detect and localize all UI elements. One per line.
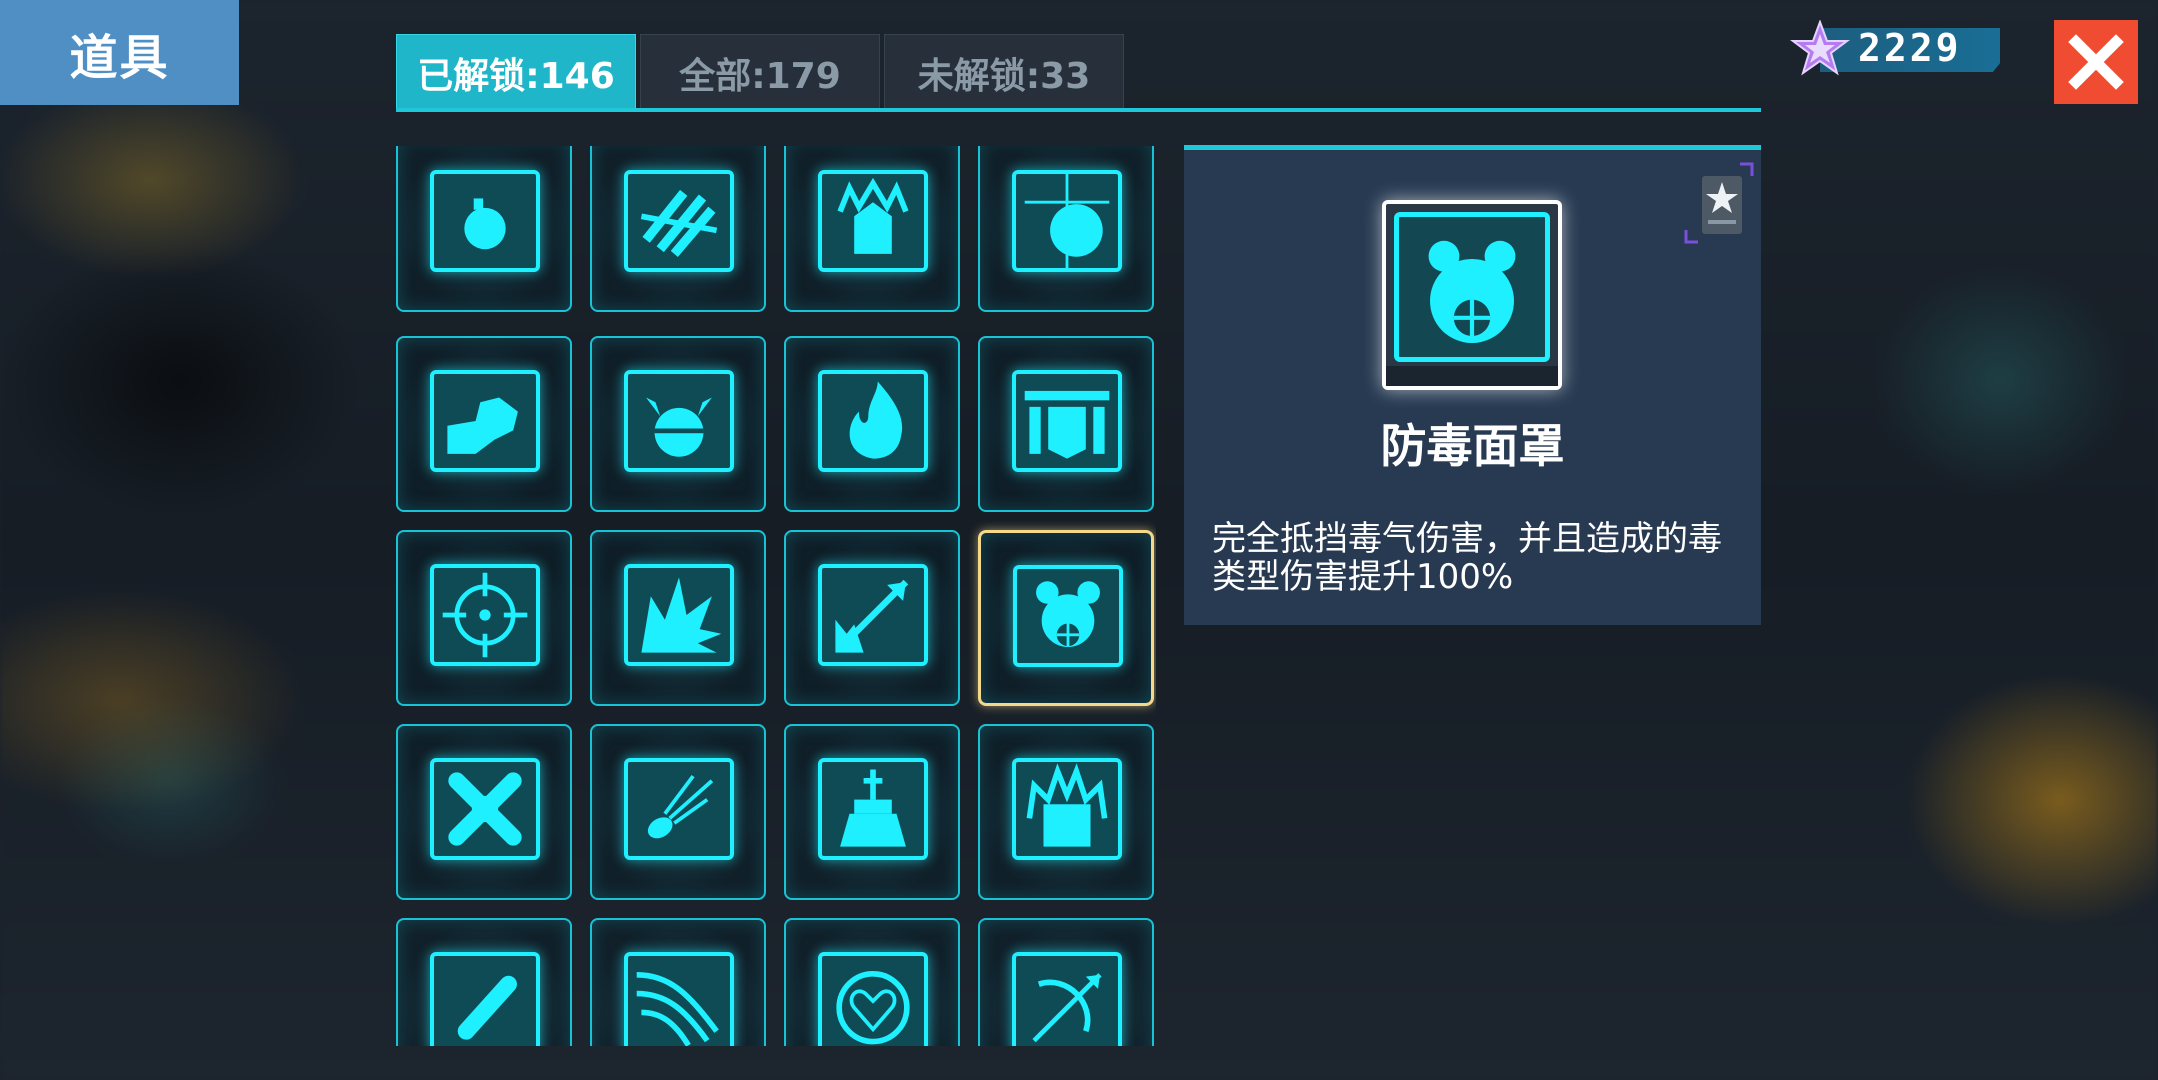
gas-mask-icon xyxy=(1394,212,1550,362)
tombstone-icon xyxy=(818,758,928,860)
item-slot-flame[interactable] xyxy=(784,336,960,512)
item-slot-heart[interactable] xyxy=(784,918,960,1046)
item-slot-gas-mask[interactable] xyxy=(978,530,1154,706)
item-slot-target[interactable] xyxy=(396,530,572,706)
muscle-arm-icon xyxy=(430,370,540,472)
page-title-text: 道具 xyxy=(69,29,170,86)
item-slot-armor[interactable] xyxy=(590,146,766,312)
selected-item-icon-frame xyxy=(1382,200,1562,390)
item-slot-arrow[interactable] xyxy=(784,530,960,706)
banner-icon xyxy=(1012,370,1122,472)
wind-shot-icon xyxy=(624,952,734,1046)
bone-cross-icon xyxy=(430,758,540,860)
currency-amount: 2229 xyxy=(1858,26,1962,70)
tab-locked[interactable]: 未解锁:33 xyxy=(884,34,1124,110)
explosion-icon xyxy=(624,564,734,666)
flame-icon xyxy=(818,370,928,472)
armor-plates-icon xyxy=(624,170,734,272)
item-slot-fire-armor[interactable] xyxy=(784,146,960,312)
purple-star-gem-icon xyxy=(1790,20,1850,76)
item-slot-banner[interactable] xyxy=(978,336,1154,512)
tab-unlocked[interactable]: 已解锁:146 xyxy=(396,34,636,110)
item-slot-wind-shot[interactable] xyxy=(590,918,766,1046)
pill-icon xyxy=(430,952,540,1046)
tab-bar: 已解锁:146 全部:179 未解锁:33 xyxy=(396,34,1124,110)
item-slot-helmet[interactable] xyxy=(590,336,766,512)
item-slot-muscle[interactable] xyxy=(396,336,572,512)
burning-shield-icon xyxy=(1012,758,1122,860)
bow-arrow-icon xyxy=(1012,952,1122,1046)
item-slot-bow[interactable] xyxy=(978,918,1154,1046)
crosshair-target-icon xyxy=(430,564,540,666)
bomb-icon xyxy=(430,170,540,272)
close-button[interactable] xyxy=(2054,20,2138,104)
item-slot-tomb[interactable] xyxy=(784,724,960,900)
close-x-icon xyxy=(2068,34,2124,90)
item-detail-panel: 防毒面罩 完全抵挡毒气伤害，并且造成的毒类型伤害提升100% xyxy=(1184,145,1761,625)
diagonal-arrow-icon xyxy=(818,564,928,666)
item-slot-comet[interactable] xyxy=(590,724,766,900)
item-slot-burning-shield[interactable] xyxy=(978,724,1154,900)
item-description: 完全抵挡毒气伤害，并且造成的毒类型伤害提升100% xyxy=(1212,519,1722,597)
gas-mask-icon xyxy=(1013,565,1123,667)
item-slot-explosion[interactable] xyxy=(590,530,766,706)
item-name: 防毒面罩 xyxy=(1380,419,1565,473)
currency-display: 2229 xyxy=(1790,20,2000,76)
icon-frame-base xyxy=(1386,366,1558,386)
item-grid[interactable] xyxy=(396,146,1156,1046)
comet-icon xyxy=(624,758,734,860)
tab-underline xyxy=(396,108,1761,112)
item-slot-energy-ball[interactable] xyxy=(978,146,1154,312)
star-card-badge-icon xyxy=(1684,162,1754,244)
tab-unlocked-label: 已解锁:146 xyxy=(417,55,615,97)
tab-all[interactable]: 全部:179 xyxy=(640,34,880,110)
horned-helmet-icon xyxy=(624,370,734,472)
item-slot-pill[interactable] xyxy=(396,918,572,1046)
energy-ball-icon xyxy=(1012,170,1122,272)
item-slot-bomb[interactable] xyxy=(396,146,572,312)
heart-circle-icon xyxy=(818,952,928,1046)
item-slot-bone[interactable] xyxy=(396,724,572,900)
tab-locked-label: 未解锁:33 xyxy=(917,55,1091,97)
tab-all-label: 全部:179 xyxy=(679,55,841,97)
page-title: 道具 xyxy=(0,0,239,105)
fire-armor-icon xyxy=(818,170,928,272)
